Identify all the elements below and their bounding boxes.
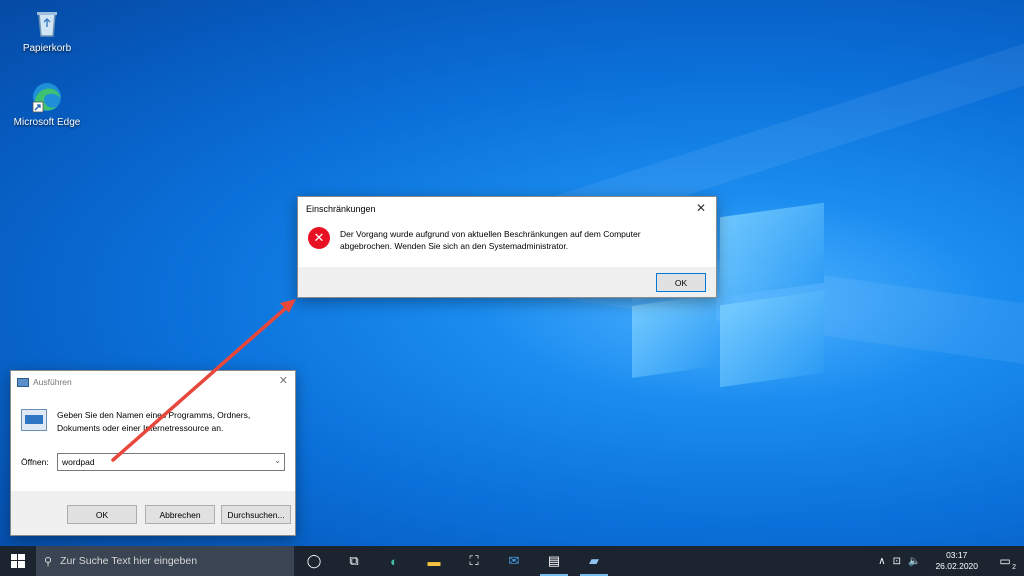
browse-button[interactable]: Durchsuchen... — [221, 505, 291, 524]
search-placeholder: Zur Suche Text hier eingeben — [60, 555, 198, 567]
dialog-message: Der Vorgang wurde aufgrund von aktuellen… — [340, 227, 641, 267]
run-icon: ▰ — [589, 553, 599, 568]
ok-button[interactable]: OK — [656, 273, 706, 292]
desktop-icon-recycle-bin[interactable]: Papierkorb — [12, 6, 82, 54]
network-icon[interactable]: ⊡ — [893, 556, 901, 567]
notification-icon: ▭ — [999, 554, 1011, 568]
run-program-icon — [21, 409, 47, 431]
cortana-icon: ◯ — [306, 553, 322, 568]
run-description: Geben Sie den Namen eines Programms, Ord… — [21, 409, 291, 435]
edge-icon — [30, 80, 64, 114]
error-icon: ✕ — [308, 227, 330, 249]
taskbar-app-run[interactable]: ▰ — [574, 546, 614, 576]
close-icon[interactable]: ✕ — [279, 374, 288, 387]
taskbar-app-wordpad[interactable]: ▤ — [534, 546, 574, 576]
run-ok-button[interactable]: OK — [67, 505, 137, 524]
edge-icon: ◐ — [390, 553, 398, 569]
dialog-body: ✕ Der Vorgang wurde aufgrund von aktuell… — [298, 221, 716, 267]
dialog-message-line: Der Vorgang wurde aufgrund von aktuellen… — [340, 229, 641, 239]
run-icon — [17, 377, 29, 387]
start-button[interactable] — [0, 546, 36, 576]
run-description-line: Geben Sie den Namen eines Programms, Ord… — [57, 410, 251, 420]
folder-icon: ▬ — [427, 553, 441, 569]
clock-time: 03:17 — [946, 550, 968, 560]
close-icon[interactable]: ✕ — [694, 201, 708, 215]
system-tray: ∧ ⊡ 🔈 03:17 26.02.2020 ▭ 2 — [878, 546, 1024, 576]
dialog-message-line: abgebrochen. Wenden Sie sich an den Syst… — [340, 241, 569, 251]
dialog-footer: OK — [298, 267, 716, 297]
search-icon: ⚲ — [44, 555, 53, 568]
taskbar-app-task-view[interactable]: ⧉ — [334, 546, 374, 576]
dialog-titlebar[interactable]: Einschränkungen ✕ — [298, 197, 716, 221]
run-description-line: Dokuments oder einer Internetressource a… — [57, 423, 224, 433]
windows-start-icon — [11, 554, 25, 568]
desktop-icon-edge[interactable]: Microsoft Edge — [12, 80, 82, 128]
chevron-down-icon[interactable]: ⌄ — [274, 456, 281, 465]
taskbar: ⚲ Zur Suche Text hier eingeben ◯ ⧉ ◐ ▬ ⛶… — [0, 546, 1024, 576]
volume-icon[interactable]: 🔈 — [908, 556, 920, 567]
wordpad-icon: ▤ — [547, 553, 561, 568]
mail-icon: ✉ — [508, 553, 520, 568]
taskbar-search[interactable]: ⚲ Zur Suche Text hier eingeben — [36, 546, 294, 576]
dialog-title: Einschränkungen — [306, 204, 376, 214]
taskbar-app-file-explorer[interactable]: ▬ — [414, 546, 454, 576]
cortana-button[interactable]: ◯ — [294, 546, 334, 576]
taskbar-app-edge[interactable]: ◐ — [374, 546, 414, 576]
recycle-bin-icon — [30, 6, 64, 40]
notification-count: 2 — [1012, 564, 1016, 571]
desktop-icon-label: Papierkorb — [22, 43, 72, 54]
run-title: Ausführen — [33, 377, 72, 387]
clock-date: 26.02.2020 — [935, 561, 978, 571]
open-input[interactable]: wordpad — [62, 457, 95, 467]
run-dialog: Ausführen ✕ Geben Sie den Namen eines Pr… — [10, 370, 296, 536]
open-label: Öffnen: — [21, 457, 49, 467]
store-icon: ⛶ — [469, 553, 479, 568]
chevron-up-icon[interactable]: ∧ — [878, 556, 885, 567]
taskbar-app-mail[interactable]: ✉ — [494, 546, 534, 576]
notification-center-button[interactable]: ▭ 2 — [994, 550, 1016, 572]
open-row: Öffnen: wordpad ⌄ — [21, 453, 285, 471]
open-combobox[interactable]: wordpad ⌄ — [57, 453, 285, 471]
taskbar-app-store[interactable]: ⛶ — [454, 546, 494, 576]
clock[interactable]: 03:17 26.02.2020 — [935, 550, 978, 572]
desktop-icon-label: Microsoft Edge — [13, 117, 81, 128]
cancel-button[interactable]: Abbrechen — [145, 505, 215, 524]
run-titlebar[interactable]: Ausführen ✕ — [11, 371, 295, 393]
restrictions-dialog: Einschränkungen ✕ ✕ Der Vorgang wurde au… — [297, 196, 717, 298]
task-view-icon: ⧉ — [349, 553, 359, 568]
